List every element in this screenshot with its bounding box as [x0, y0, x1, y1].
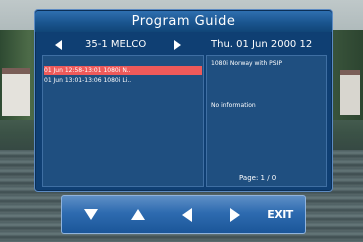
- up-button[interactable]: [115, 196, 161, 233]
- remote-button-bar: EXIT: [61, 195, 306, 234]
- channel-next-arrow-icon[interactable]: [174, 40, 181, 50]
- page-indicator: Page: 1 / 0: [239, 174, 277, 182]
- program-row-selected[interactable]: 01 Jun 12:58-13:01 1080i N..: [44, 66, 202, 75]
- program-row[interactable]: 01 Jun 13:01-13:06 1080i Li..: [44, 76, 202, 85]
- arrow-left-icon: [182, 208, 192, 222]
- arrow-down-icon: [84, 209, 98, 220]
- channel-prev-arrow-icon[interactable]: [55, 40, 62, 50]
- down-button[interactable]: [67, 196, 113, 233]
- left-button[interactable]: [164, 196, 210, 233]
- guide-title: Program Guide: [35, 11, 332, 32]
- background-house-right: [340, 70, 360, 115]
- background-house-left: [2, 68, 30, 116]
- program-info-text: No information: [211, 102, 256, 109]
- program-guide-window: Program Guide 35-1 MELCO Thu. 01 Jun 200…: [34, 9, 333, 192]
- right-button[interactable]: [213, 196, 259, 233]
- arrow-right-icon: [230, 208, 240, 222]
- program-list: 01 Jun 12:58-13:01 1080i N.. 01 Jun 13:0…: [42, 55, 204, 187]
- program-info-panel: 1080i Norway with PSIP No information Pa…: [206, 55, 327, 187]
- arrow-up-icon: [131, 209, 145, 220]
- guide-date: Thu. 01 Jun 2000 12: [211, 39, 313, 50]
- program-info-title: 1080i Norway with PSIP: [211, 60, 282, 67]
- channel-selector: 35-1 MELCO: [41, 36, 204, 54]
- channel-name: 35-1 MELCO: [85, 39, 147, 50]
- exit-label: EXIT: [267, 208, 293, 221]
- exit-button[interactable]: EXIT: [257, 196, 303, 233]
